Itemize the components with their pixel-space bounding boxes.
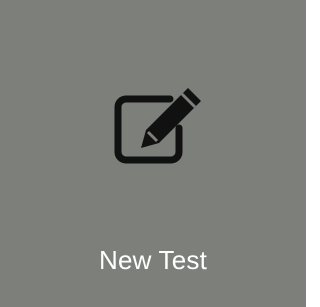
tile-label: New Test	[98, 245, 208, 275]
new-test-tile[interactable]: New Test	[0, 0, 306, 307]
edit-icon	[108, 82, 208, 166]
